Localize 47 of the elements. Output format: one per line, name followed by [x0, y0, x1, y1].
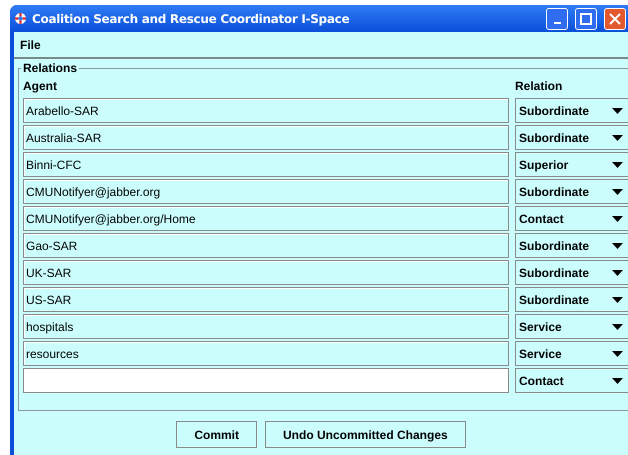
- relation-dropdown[interactable]: Subordinate: [515, 260, 628, 285]
- caret-icon: [612, 270, 623, 276]
- menu-item[interactable]: File: [20, 38, 41, 52]
- relation-dropdown[interactable]: Subordinate: [515, 125, 628, 150]
- column-header: Relation: [515, 79, 564, 93]
- caret-icon: [612, 216, 623, 222]
- agent-field[interactable]: resources: [23, 341, 509, 366]
- relation-dropdown[interactable]: Contact: [515, 206, 628, 231]
- agent-field[interactable]: Arabello-SAR: [23, 98, 509, 123]
- caret-icon: [612, 162, 623, 168]
- lifebuoy-icon: [14, 12, 27, 25]
- caret-icon: [612, 296, 623, 302]
- caret-icon: [612, 378, 623, 384]
- close-icon: [609, 12, 621, 24]
- minimize-icon: [554, 22, 560, 24]
- relation-dropdown[interactable]: Subordinate: [515, 179, 628, 204]
- relation-dropdown[interactable]: Superior: [515, 152, 628, 177]
- agent-field[interactable]: CMUNotifyer@jabber.org: [23, 179, 509, 204]
- relation-dropdown[interactable]: Subordinate: [515, 233, 628, 258]
- window-title: Coalition Search and Rescue Coordinator I-Space: [32, 12, 350, 26]
- agent-field[interactable]: UK-SAR: [23, 260, 509, 285]
- relation-dropdown[interactable]: Service: [515, 341, 628, 366]
- caret-icon: [612, 108, 623, 114]
- agent-field[interactable]: [23, 368, 509, 393]
- agent-field[interactable]: Australia-SAR: [23, 125, 509, 150]
- maximize-button[interactable]: [575, 8, 597, 30]
- column-header: Agent: [23, 79, 58, 93]
- relation-dropdown[interactable]: Service: [515, 314, 628, 339]
- panel-title: Relations: [22, 61, 78, 75]
- relation-dropdown[interactable]: Subordinate: [515, 98, 628, 123]
- agent-field[interactable]: CMUNotifyer@jabber.org/Home: [23, 206, 509, 231]
- agent-field[interactable]: hospitals: [23, 314, 509, 339]
- caret-icon: [612, 188, 623, 194]
- caret-icon: [612, 242, 623, 248]
- caret-icon: [612, 350, 623, 356]
- close-button[interactable]: [604, 8, 626, 30]
- caret-icon: [612, 324, 623, 330]
- agent-field[interactable]: US-SAR: [23, 287, 509, 312]
- action-button[interactable]: Commit: [176, 421, 257, 448]
- agent-field[interactable]: Binni-CFC: [23, 152, 509, 177]
- relation-dropdown[interactable]: Subordinate: [515, 287, 628, 312]
- maximize-icon: [580, 12, 592, 24]
- agent-field[interactable]: Gao-SAR: [23, 233, 509, 258]
- minimize-button[interactable]: [546, 8, 568, 30]
- action-button[interactable]: Undo Uncommitted Changes: [265, 421, 466, 448]
- caret-icon: [612, 134, 623, 140]
- relation-dropdown[interactable]: Contact: [515, 368, 628, 393]
